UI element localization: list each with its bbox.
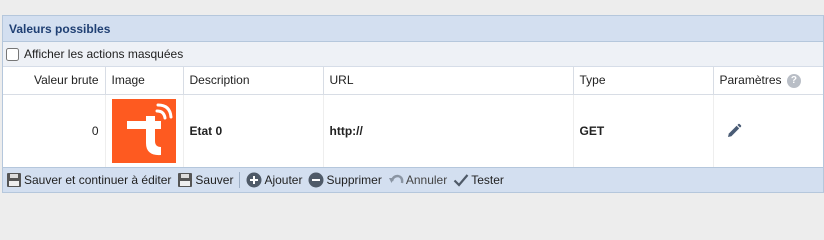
add-button[interactable]: Ajouter [246, 172, 302, 188]
save-label: Sauver [195, 173, 234, 187]
floppy-disk-icon [178, 173, 193, 187]
cancel-label: Annuler [405, 173, 448, 187]
edit-pencil-icon[interactable] [726, 123, 742, 139]
bottom-toolbar: Sauver et continuer à éditer Sauver Ajou… [3, 167, 823, 192]
header-description: Description [183, 67, 324, 95]
delete-label: Supprimer [326, 173, 382, 187]
values-table: Valeur brute Image Description URL Type … [3, 67, 823, 168]
header-raw-value: Valeur brute [3, 67, 106, 95]
help-icon[interactable]: ? [786, 73, 801, 88]
delete-button[interactable]: Supprimer [308, 172, 382, 188]
header-type: Type [573, 67, 714, 95]
show-hidden-label[interactable]: Afficher les actions masquées [24, 47, 183, 61]
show-hidden-checkbox[interactable] [6, 47, 19, 61]
cell-image [105, 94, 184, 168]
plus-circle-icon [246, 172, 262, 188]
cell-raw-value: 0 [3, 94, 106, 168]
cell-params [713, 94, 823, 168]
panel-title: Valeurs possibles [3, 16, 823, 42]
save-continue-label: Sauver et continuer à éditer [24, 173, 172, 187]
header-params: Paramètres ? [713, 67, 823, 95]
floppy-disk-icon [7, 173, 21, 187]
table-row[interactable]: 0 Etat 0 http:// GET [3, 94, 823, 168]
save-button[interactable]: Sauver [177, 172, 233, 188]
header-url: URL [323, 67, 574, 95]
header-image: Image [105, 67, 184, 95]
checkmark-icon [453, 174, 469, 187]
test-label: Tester [471, 173, 504, 187]
save-continue-button[interactable]: Sauver et continuer à éditer [6, 172, 171, 188]
add-label: Ajouter [264, 173, 303, 187]
cancel-button[interactable]: Annuler [388, 172, 447, 188]
cell-type: GET [573, 94, 714, 168]
table-header-row: Valeur brute Image Description URL Type … [3, 67, 823, 95]
show-hidden-row: Afficher les actions masquées [3, 42, 823, 67]
header-params-label: Paramètres [719, 72, 782, 87]
undo-icon [388, 174, 404, 184]
toolbar-separator [239, 172, 241, 188]
test-button[interactable]: Tester [453, 172, 504, 188]
cell-url: http:// [323, 94, 574, 168]
tuya-logo-icon [111, 99, 176, 164]
possible-values-panel: Valeurs possibles Afficher les actions m… [2, 15, 824, 193]
minus-circle-icon [308, 172, 324, 188]
cell-description: Etat 0 [183, 94, 324, 168]
